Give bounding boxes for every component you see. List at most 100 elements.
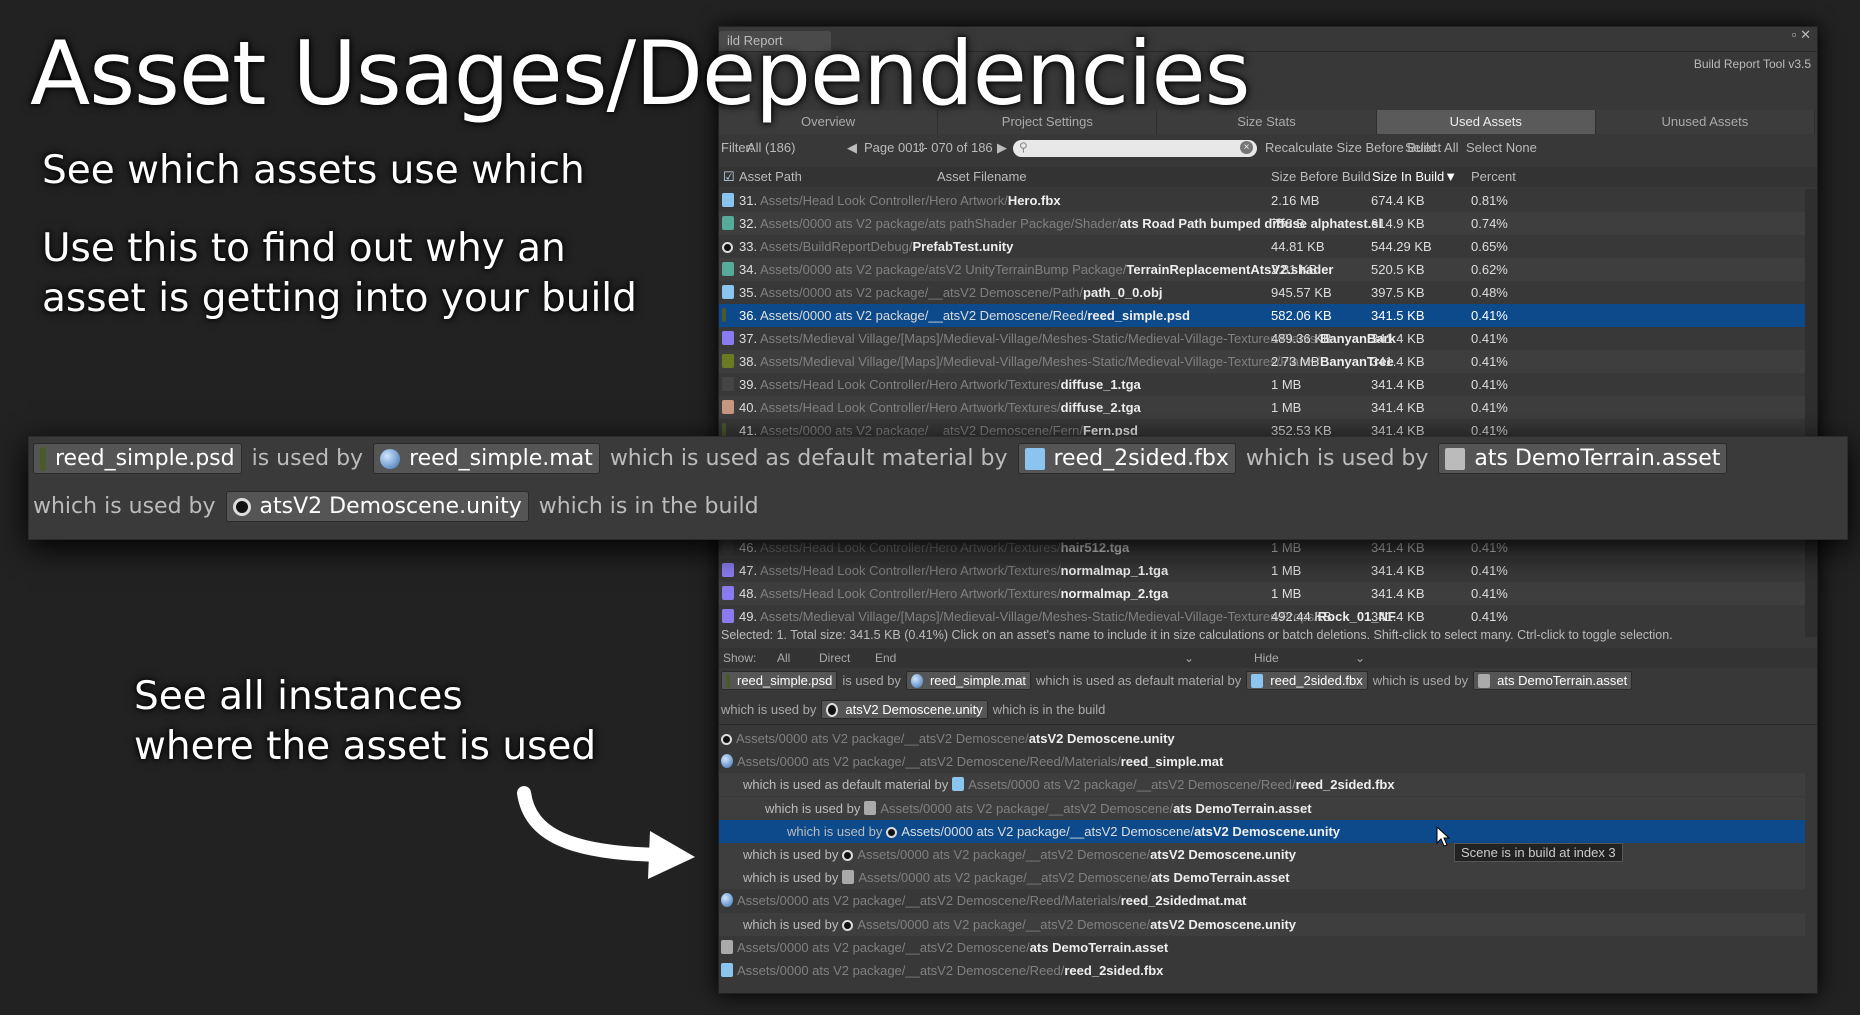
select-all-button[interactable]: Select All bbox=[1405, 137, 1458, 159]
select-none-button[interactable]: Select None bbox=[1466, 137, 1537, 159]
select-all-checkbox[interactable]: ☑ bbox=[723, 167, 735, 187]
zoom-chip-mat[interactable]: reed_simple.mat bbox=[373, 443, 600, 474]
asset-row-icon-fbx bbox=[722, 281, 738, 304]
zoom-chip-unity[interactable]: atsV2 Demoscene.unity bbox=[225, 491, 529, 522]
chain-text-2: which is used as default material by bbox=[1036, 673, 1242, 688]
tree-filename[interactable]: atsV2 Demoscene.unity bbox=[1029, 731, 1175, 746]
size-in-build: 341.4 KB bbox=[1371, 609, 1425, 624]
size-in-build: 341.4 KB bbox=[1371, 331, 1425, 346]
tree-filename[interactable]: reed_2sidedmat.mat bbox=[1121, 893, 1247, 908]
tree-filename[interactable]: atsV2 Demoscene.unity bbox=[1150, 917, 1296, 932]
collapse-icon[interactable]: ⌄ bbox=[1355, 648, 1365, 668]
tree-row[interactable]: Assets/0000 ats V2 package/__atsV2 Demos… bbox=[719, 889, 1805, 912]
clear-search-icon[interactable]: × bbox=[1240, 141, 1253, 154]
chain-chip-mat[interactable]: reed_simple.mat bbox=[905, 671, 1032, 690]
tree-row[interactable]: which is used by Assets/0000 ats V2 packa… bbox=[719, 819, 1805, 843]
table-row[interactable]: 47. Assets/Head Look Controller/Hero Art… bbox=[719, 559, 1805, 582]
table-row[interactable]: 35. Assets/0000 ats V2 package/__atsV2 D… bbox=[719, 281, 1805, 304]
asset-filename[interactable]: diffuse_1.tga bbox=[1061, 377, 1141, 392]
table-row[interactable]: 49. Assets/Medieval Village/[Maps]/Medie… bbox=[719, 605, 1805, 628]
tree-filename[interactable]: reed_2sided.fbx bbox=[1064, 963, 1163, 978]
tree-row[interactable]: which is used as default material by Asse… bbox=[719, 773, 1805, 797]
zoom-chip-fbx[interactable]: reed_2sided.fbx bbox=[1017, 443, 1236, 474]
table-row[interactable]: 48. Assets/Head Look Controller/Hero Art… bbox=[719, 582, 1805, 605]
window-controls-icon[interactable]: ▫ ✕ bbox=[1792, 27, 1811, 43]
size-in-build: 341.4 KB bbox=[1371, 377, 1425, 392]
tree-dir: Assets/0000 ats V2 package/__atsV2 Demos… bbox=[858, 870, 1152, 886]
chain-chip-psd[interactable]: reed_simple.psd bbox=[721, 671, 838, 690]
tree-dir: Assets/0000 ats V2 package/__atsV2 Demos… bbox=[880, 800, 1174, 816]
table-row[interactable]: 31. Assets/Head Look Controller/Hero Art… bbox=[719, 189, 1805, 212]
asset-filename[interactable]: normalmap_1.tga bbox=[1061, 563, 1169, 578]
table-row[interactable]: 37. Assets/Medieval Village/[Maps]/Medie… bbox=[719, 327, 1805, 350]
chain-b: reed_simple.mat bbox=[929, 673, 1027, 688]
table-row[interactable]: 38. Assets/Medieval Village/[Maps]/Medie… bbox=[719, 350, 1805, 373]
tree-filename[interactable]: ats DemoTerrain.asset bbox=[1173, 801, 1312, 816]
size-before: 492.44 KB bbox=[1271, 609, 1332, 624]
chain-chip-unity[interactable]: atsV2 Demoscene.unity bbox=[821, 700, 988, 719]
asset-filename[interactable]: normalmap_2.tga bbox=[1061, 586, 1169, 601]
tree-filename[interactable]: ats DemoTerrain.asset bbox=[1030, 940, 1169, 955]
table-row[interactable]: 40. Assets/Head Look Controller/Hero Art… bbox=[719, 396, 1805, 419]
zoom-chip-asset[interactable]: ats DemoTerrain.asset bbox=[1438, 443, 1728, 474]
asset-path-cell[interactable]: 47. Assets/Head Look Controller/Hero Art… bbox=[739, 559, 1421, 582]
col-asset-path[interactable]: Asset Path bbox=[739, 167, 802, 187]
tab-unused-assets[interactable]: Unused Assets bbox=[1596, 110, 1816, 134]
tree-row[interactable]: which is used by Assets/0000 ats V2 packa… bbox=[719, 912, 1805, 936]
asset-dir: Assets/Head Look Controller/Hero Artwork… bbox=[759, 400, 1061, 415]
asset-path-cell[interactable]: 32. Assets/0000 ats V2 package/ats pathS… bbox=[739, 212, 1421, 235]
asset-filename[interactable]: hair512.tga bbox=[1061, 540, 1130, 555]
tree-row[interactable]: which is used by Assets/0000 ats V2 packa… bbox=[719, 866, 1805, 890]
tree-filename[interactable]: reed_2sided.fbx bbox=[1296, 777, 1395, 792]
tree-filename[interactable]: ats DemoTerrain.asset bbox=[1151, 870, 1290, 885]
show-all-button[interactable]: All bbox=[777, 648, 790, 668]
next-page-icon[interactable]: ▶ bbox=[997, 137, 1007, 159]
tree-row[interactable]: which is used by Assets/0000 ats V2 packa… bbox=[719, 796, 1805, 820]
show-end-button[interactable]: End bbox=[875, 648, 896, 668]
col-asset-filename[interactable]: Asset Filename bbox=[937, 167, 1027, 187]
prev-page-icon[interactable]: ◀ bbox=[847, 137, 857, 159]
asset-path-cell[interactable]: 48. Assets/Head Look Controller/Hero Art… bbox=[739, 582, 1421, 605]
chain-chip-asset[interactable]: ats DemoTerrain.asset bbox=[1473, 671, 1633, 690]
chain-text-1: is used by bbox=[842, 673, 901, 688]
tree-row[interactable]: Assets/0000 ats V2 package/__atsV2 Demos… bbox=[719, 959, 1805, 982]
tab-used-assets[interactable]: Used Assets bbox=[1376, 110, 1596, 134]
table-row[interactable]: 39. Assets/Head Look Controller/Hero Art… bbox=[719, 373, 1805, 396]
asset-path-cell[interactable]: 34. Assets/0000 ats V2 package/atsV2 Uni… bbox=[739, 258, 1421, 281]
asset-filename[interactable]: path_0_0.obj bbox=[1083, 285, 1162, 300]
percent: 0.41% bbox=[1471, 400, 1508, 415]
hide-button[interactable]: Hide bbox=[1254, 648, 1279, 668]
table-row[interactable]: 34. Assets/0000 ats V2 package/atsV2 Uni… bbox=[719, 258, 1805, 281]
asset-path-cell[interactable]: 39. Assets/Head Look Controller/Hero Art… bbox=[739, 373, 1421, 396]
asset-filename[interactable]: reed_simple.psd bbox=[1087, 308, 1190, 323]
show-direct-button[interactable]: Direct bbox=[819, 648, 850, 668]
size-in-build: 341.4 KB bbox=[1371, 563, 1425, 578]
dependency-chain-small-2: which is used by atsV2 Demoscene.unity w… bbox=[721, 700, 1105, 719]
table-row[interactable]: 32. Assets/0000 ats V2 package/ats pathS… bbox=[719, 212, 1805, 235]
search-input[interactable]: ⚲ × bbox=[1013, 140, 1257, 157]
asset-filename[interactable]: diffuse_2.tga bbox=[1061, 400, 1141, 415]
tree-row[interactable]: Assets/0000 ats V2 package/__atsV2 Demos… bbox=[719, 936, 1805, 959]
tree-row[interactable]: which is used by Assets/0000 ats V2 packa… bbox=[719, 843, 1805, 866]
table-scrollbar[interactable] bbox=[1805, 189, 1817, 637]
tree-filename[interactable]: atsV2 Demoscene.unity bbox=[1194, 824, 1340, 839]
asset-filename[interactable]: PrefabTest.unity bbox=[912, 239, 1013, 254]
zoom-chip-psd[interactable]: reed_simple.psd bbox=[33, 443, 242, 474]
percent: 0.41% bbox=[1471, 586, 1508, 601]
col-size-before[interactable]: Size Before Build bbox=[1271, 167, 1371, 187]
size-before: 1 MB bbox=[1271, 563, 1302, 578]
tree-icon-asset bbox=[864, 800, 880, 816]
tree-filename[interactable]: reed_simple.mat bbox=[1121, 754, 1224, 769]
tree-filename[interactable]: atsV2 Demoscene.unity bbox=[1150, 847, 1296, 862]
asset-filename[interactable]: ats Road Path bumped diffuse alphatest.s… bbox=[1120, 216, 1382, 231]
col-percent[interactable]: Percent bbox=[1471, 167, 1516, 187]
col-size-in-build[interactable]: Size In Build▼ bbox=[1372, 167, 1457, 187]
chain-chip-fbx[interactable]: reed_2sided.fbx bbox=[1246, 671, 1368, 690]
table-row[interactable]: 33. Assets/BuildReportDebug/PrefabTest.u… bbox=[719, 235, 1805, 258]
table-row[interactable]: 36. Assets/0000 ats V2 package/__atsV2 D… bbox=[719, 304, 1805, 327]
asset-filename[interactable]: Hero.fbx bbox=[1008, 193, 1061, 208]
tree-row[interactable]: Assets/0000 ats V2 package/__atsV2 Demos… bbox=[719, 750, 1805, 773]
asset-path-cell[interactable]: 40. Assets/Head Look Controller/Hero Art… bbox=[739, 396, 1421, 419]
tree-row[interactable]: Assets/0000 ats V2 package/__atsV2 Demos… bbox=[719, 727, 1805, 750]
expand-icon[interactable]: ⌄ bbox=[1184, 648, 1194, 668]
